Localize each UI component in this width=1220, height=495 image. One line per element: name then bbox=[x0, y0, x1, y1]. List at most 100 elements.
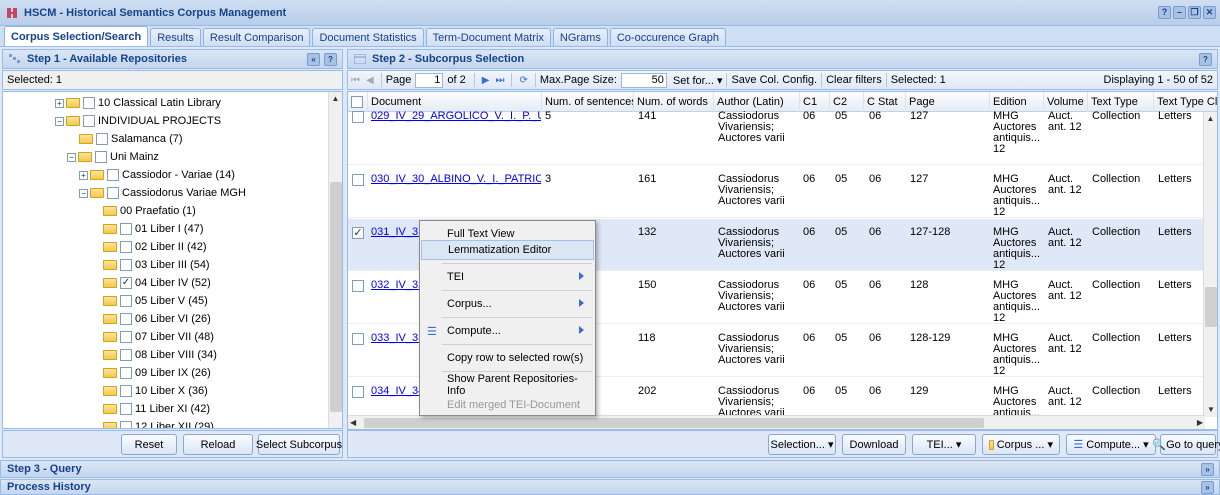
tab-corpus-selection[interactable]: Corpus Selection/Search bbox=[4, 26, 149, 46]
tree-checkbox[interactable] bbox=[120, 223, 132, 235]
go-to-query-button[interactable]: 🔍 Go to query bbox=[1152, 434, 1220, 455]
tree-node[interactable]: 03 Liber III (54) bbox=[103, 256, 210, 274]
row-checkbox-checked[interactable]: ✓ bbox=[352, 227, 364, 239]
tree-checkbox[interactable] bbox=[120, 421, 132, 428]
clear-filters-button[interactable]: Clear filters bbox=[826, 74, 882, 86]
select-all-checkbox[interactable] bbox=[348, 92, 368, 112]
tree-checkbox[interactable] bbox=[120, 241, 132, 253]
menu-item-copy-row[interactable]: Copy row to selected row(s) bbox=[421, 348, 594, 368]
page-input[interactable]: 1 bbox=[415, 72, 444, 88]
prev-page-icon[interactable]: ◀ bbox=[366, 75, 374, 86]
grid-horizontal-scrollbar[interactable]: ◀ ▶ bbox=[348, 415, 1205, 429]
reset-button[interactable]: Reset bbox=[121, 434, 177, 455]
selection-button[interactable]: Selection... ▾ bbox=[768, 434, 836, 455]
tab-ngrams[interactable]: NGrams bbox=[552, 28, 608, 46]
collapse-icon[interactable]: − bbox=[79, 188, 88, 198]
help-left-icon[interactable]: ? bbox=[324, 53, 337, 66]
reload-button[interactable]: Reload bbox=[183, 434, 253, 455]
save-col-config-button[interactable]: Save Col. Config. bbox=[731, 74, 817, 86]
tree-checkbox[interactable] bbox=[120, 385, 132, 397]
scroll-up-icon[interactable]: ▲ bbox=[1204, 112, 1217, 126]
tree-node[interactable]: 06 Liber VI (26) bbox=[103, 310, 211, 328]
tab-result-comparison[interactable]: Result Comparison bbox=[202, 28, 311, 46]
menu-item-lemmatization-editor[interactable]: Lemmatization Editor bbox=[421, 240, 594, 260]
tree-checkbox[interactable] bbox=[96, 133, 108, 145]
tree-checkbox[interactable] bbox=[83, 97, 95, 109]
col-page[interactable]: Page bbox=[906, 92, 990, 112]
tree-node[interactable]: 05 Liber V (45) bbox=[103, 292, 208, 310]
table-row[interactable]: 030_IV_30_ALBINO_V._I._PATRICI... 3 161 … bbox=[348, 166, 1205, 218]
menu-item-compute[interactable]: ☰ Compute... bbox=[421, 321, 594, 341]
tei-button[interactable]: TEI... ▾ bbox=[912, 434, 976, 455]
tab-cooccurence-graph[interactable]: Co-occurence Graph bbox=[609, 28, 726, 46]
col-edition[interactable]: Edition bbox=[990, 92, 1044, 112]
tree-checkbox[interactable] bbox=[120, 295, 132, 307]
tab-term-document-matrix[interactable]: Term-Document Matrix bbox=[425, 28, 551, 46]
first-page-icon[interactable]: ⏮ bbox=[351, 75, 360, 86]
process-history-section[interactable]: Process History » bbox=[0, 479, 1220, 495]
collapse-icon[interactable]: − bbox=[67, 152, 76, 162]
collapse-icon[interactable]: − bbox=[55, 116, 64, 126]
help-icon[interactable]: ? bbox=[1158, 6, 1171, 19]
corpus-button[interactable]: Corpus ... ▾ bbox=[982, 434, 1060, 455]
scroll-down-icon[interactable]: ▼ bbox=[1204, 403, 1217, 417]
tree-node[interactable]: − Uni Mainz bbox=[67, 148, 159, 166]
tree-checkbox[interactable] bbox=[120, 331, 132, 343]
restore-icon[interactable]: ❐ bbox=[1188, 6, 1201, 19]
col-author[interactable]: Author (Latin) bbox=[714, 92, 800, 112]
col-num-words[interactable]: Num. of words bbox=[634, 92, 714, 112]
collapse-left-icon[interactable]: « bbox=[307, 53, 320, 66]
scrollbar-thumb[interactable] bbox=[1205, 287, 1217, 327]
tree-node[interactable]: ✓ 04 Liber IV (52) bbox=[103, 274, 211, 292]
col-text-type[interactable]: Text Type bbox=[1088, 92, 1154, 112]
tree-checkbox[interactable] bbox=[107, 169, 119, 181]
close-icon[interactable]: ✕ bbox=[1203, 6, 1216, 19]
tree-checkbox[interactable] bbox=[107, 187, 119, 199]
tab-document-statistics[interactable]: Document Statistics bbox=[312, 28, 424, 46]
scrollbar-thumb[interactable] bbox=[364, 418, 984, 428]
tree-checkbox[interactable] bbox=[120, 313, 132, 325]
col-c-stat[interactable]: C Stat bbox=[864, 92, 906, 112]
table-row[interactable]: 029_IV_29_ARGOLICO_V._I._P._U... 5 141 C… bbox=[348, 111, 1205, 165]
tree-node[interactable]: 12 Liber XII (29) bbox=[103, 418, 214, 428]
tree-node[interactable]: 11 Liber XI (42) bbox=[103, 400, 210, 418]
row-checkbox[interactable] bbox=[352, 333, 364, 345]
tab-results[interactable]: Results bbox=[150, 28, 201, 46]
col-num-sentences[interactable]: Num. of sentences bbox=[542, 92, 634, 112]
scroll-left-icon[interactable]: ◀ bbox=[350, 416, 356, 429]
download-button[interactable]: Download bbox=[842, 434, 906, 455]
menu-item-corpus[interactable]: Corpus... bbox=[421, 294, 594, 314]
tree-node[interactable]: 07 Liber VII (48) bbox=[103, 328, 214, 346]
col-volume[interactable]: Volume bbox=[1044, 92, 1088, 112]
tree-checkbox[interactable] bbox=[120, 367, 132, 379]
col-text-type-class[interactable]: Text Type Cla bbox=[1154, 92, 1217, 112]
tree-node[interactable]: − INDIVIDUAL PROJECTS bbox=[55, 112, 221, 130]
tree-checkbox[interactable] bbox=[120, 403, 132, 415]
grid-vertical-scrollbar[interactable]: ▲ ▼ bbox=[1203, 112, 1217, 417]
expand-section-icon[interactable]: » bbox=[1201, 463, 1214, 476]
tree-checkbox[interactable] bbox=[120, 349, 132, 361]
menu-item-show-parent-repositories[interactable]: Show Parent Repositories-Info bbox=[421, 373, 594, 397]
tree-node[interactable]: + Cassiodor - Variae (14) bbox=[79, 166, 235, 184]
last-page-icon[interactable]: ⏭ bbox=[495, 75, 504, 86]
tree-checkbox[interactable] bbox=[83, 115, 95, 127]
row-checkbox[interactable] bbox=[352, 174, 364, 186]
tree-scrollbar[interactable]: ▲ bbox=[328, 92, 342, 428]
tree-checkbox[interactable] bbox=[95, 151, 107, 163]
expand-section-icon[interactable]: » bbox=[1201, 481, 1214, 494]
help-right-icon[interactable]: ? bbox=[1199, 53, 1212, 66]
tree-node[interactable]: 10 Liber X (36) bbox=[103, 382, 208, 400]
tree-node[interactable]: 08 Liber VIII (34) bbox=[103, 346, 217, 364]
scroll-right-icon[interactable]: ▶ bbox=[1197, 416, 1203, 429]
next-page-icon[interactable]: ▶ bbox=[482, 75, 490, 86]
expand-icon[interactable]: + bbox=[79, 170, 88, 180]
refresh-icon[interactable]: ⟳ bbox=[519, 75, 527, 86]
compute-button[interactable]: ☰ Compute... ▾ bbox=[1066, 434, 1156, 455]
minimize-icon[interactable]: – bbox=[1173, 6, 1186, 19]
scroll-up-icon[interactable]: ▲ bbox=[329, 92, 342, 106]
tree-node[interactable]: Salamanca (7) bbox=[79, 130, 183, 148]
document-link[interactable]: 029_IV_29_ARGOLICO_V._I._P._U... bbox=[371, 111, 541, 122]
tree-node[interactable]: 02 Liber II (42) bbox=[103, 238, 207, 256]
row-checkbox[interactable] bbox=[352, 280, 364, 292]
tree-node[interactable]: 01 Liber I (47) bbox=[103, 220, 203, 238]
